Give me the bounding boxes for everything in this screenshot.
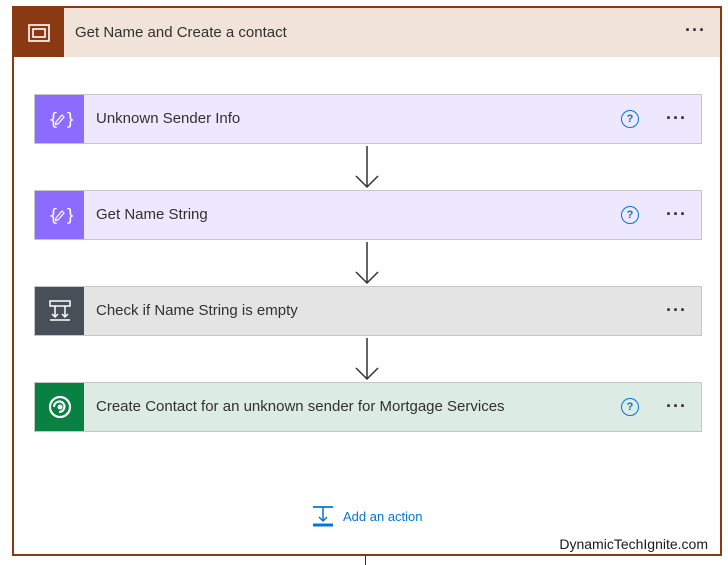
help-icon[interactable]: ? [621,110,639,128]
scope-header[interactable]: Get Name and Create a contact ··· [14,8,720,57]
action-menu-button[interactable]: ··· [666,397,687,415]
condition-icon [35,287,84,335]
action-title: Get Name String [96,206,208,223]
scope-title: Get Name and Create a contact [75,24,287,41]
scope-container: Get Name and Create a contact ··· { } Un… [12,6,722,556]
arrow-down-icon [355,242,379,285]
action-card-unknown-sender-info[interactable]: { } Unknown Sender Info ? ··· [34,94,702,144]
action-title: Unknown Sender Info [96,110,241,127]
arrow-down-icon [355,146,379,189]
action-menu-button[interactable]: ··· [666,205,687,223]
action-card-get-name-string[interactable]: { } Get Name String ? ··· [34,190,702,240]
action-menu-button[interactable]: ··· [666,301,687,319]
scope-menu-button[interactable]: ··· [685,21,706,39]
add-action-button[interactable]: Add an action [311,504,423,528]
svg-text:}: } [65,206,73,226]
arrow-down-icon [355,338,379,381]
svg-text:}: } [65,110,73,130]
scope-icon [14,8,64,57]
help-icon[interactable]: ? [621,206,639,224]
variable-icon: { } [35,191,84,239]
help-icon[interactable]: ? [621,398,639,416]
action-menu-button[interactable]: ··· [666,109,687,127]
variable-icon: { } [35,95,84,143]
dataverse-icon [35,383,84,431]
action-card-check-if-name-string-empty[interactable]: Check if Name String is empty ··· [34,286,702,336]
add-action-icon [313,506,333,527]
action-title: Check if Name String is empty [96,302,298,319]
add-action-label: Add an action [343,508,423,524]
connector-line [365,556,366,565]
action-card-create-contact[interactable]: Create Contact for an unknown sender for… [34,382,702,432]
action-title: Create Contact for an unknown sender for… [96,398,505,415]
watermark: DynamicTechIgnite.com [559,536,708,552]
